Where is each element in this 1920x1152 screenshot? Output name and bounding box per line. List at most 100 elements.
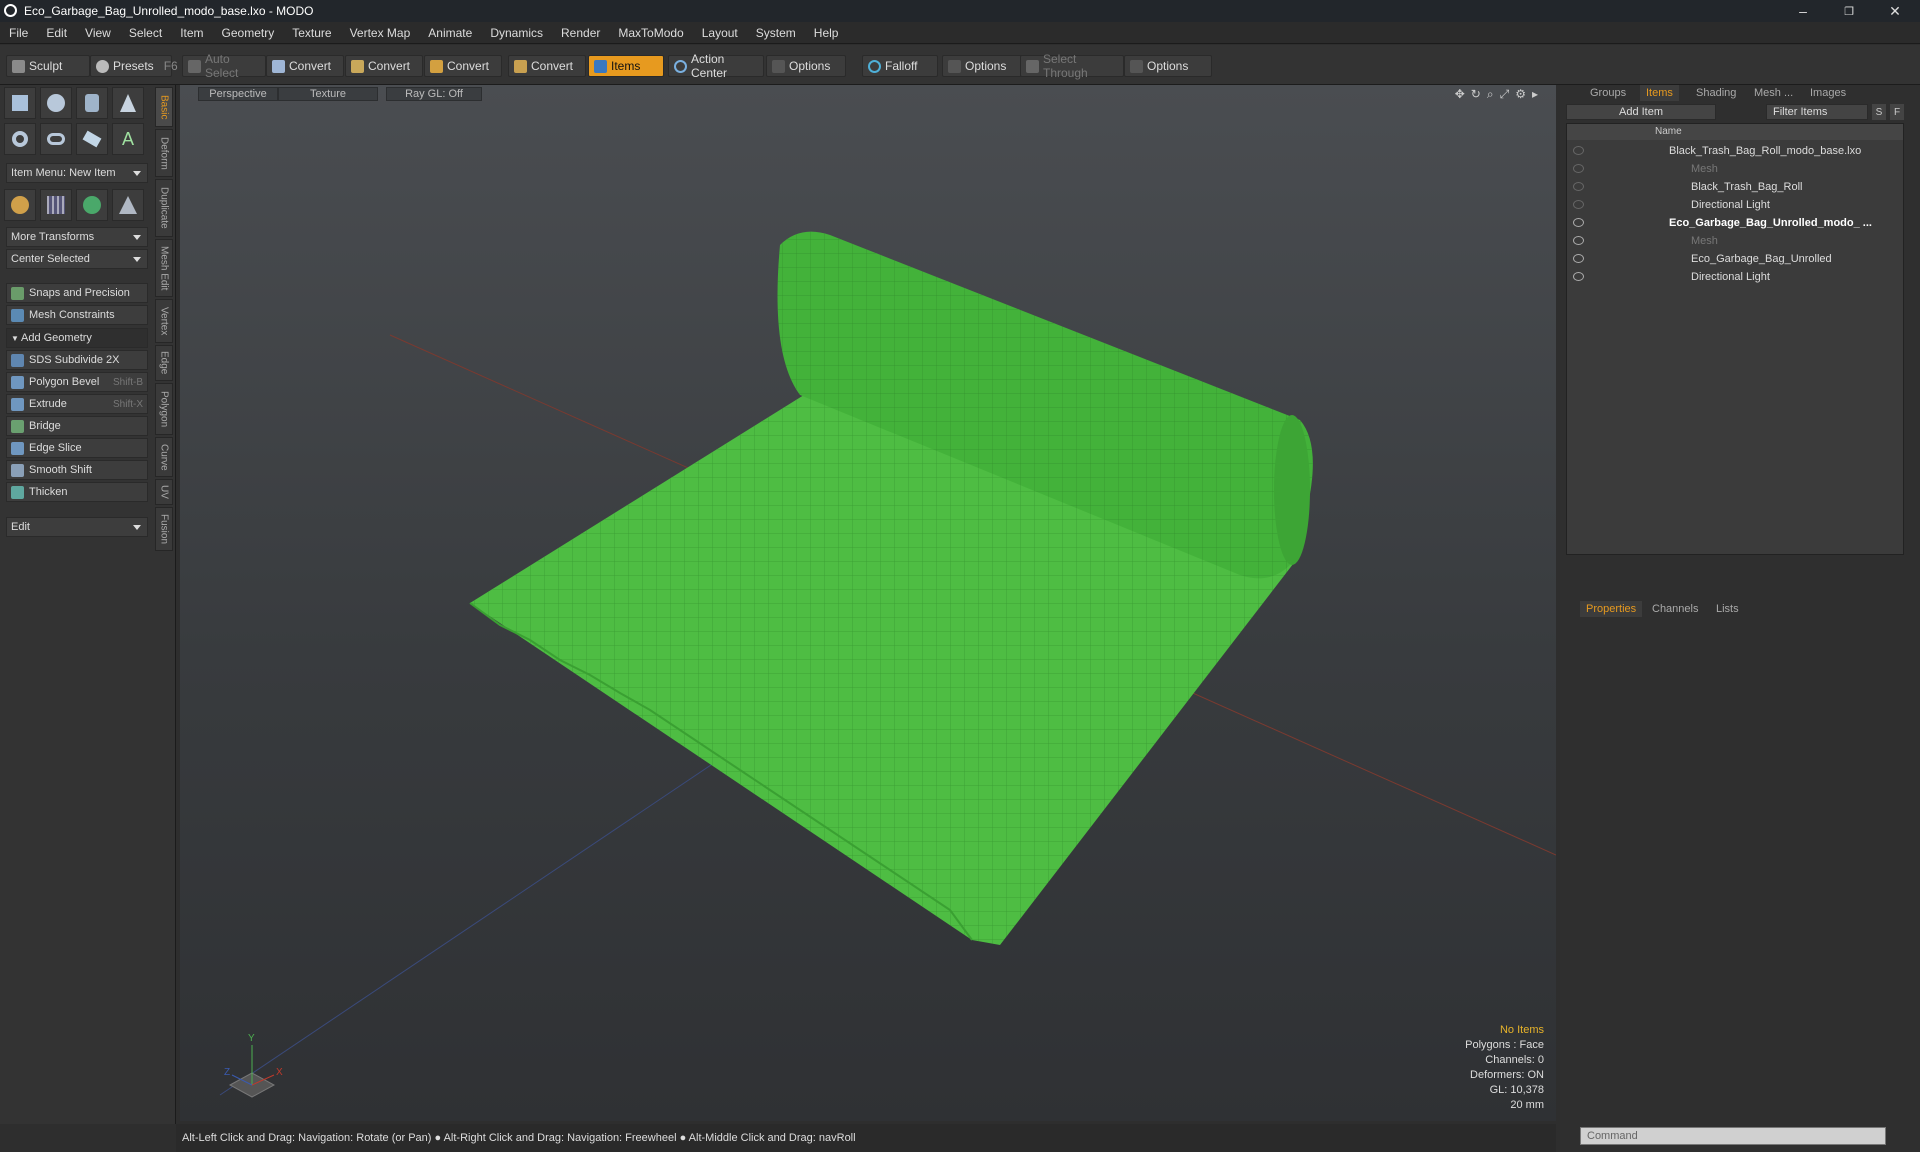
presets-button[interactable]: Presets F6 <box>90 55 178 77</box>
pyramid-tool[interactable] <box>112 189 144 221</box>
tab-edge[interactable]: Edge <box>155 345 173 381</box>
maximize-button[interactable]: ❐ <box>1826 0 1872 22</box>
minimize-button[interactable]: – <box>1780 0 1826 22</box>
tab-fusion[interactable]: Fusion <box>155 507 173 551</box>
options-button-1[interactable]: Options <box>766 55 846 77</box>
menu-system[interactable]: System <box>747 26 805 40</box>
globe-tool[interactable] <box>76 189 108 221</box>
tree-scene-eco[interactable]: Eco_Garbage_Bag_Unrolled_modo_ ... <box>1567 214 1905 232</box>
visibility-eye-icon[interactable] <box>1573 254 1584 263</box>
pen-tool[interactable] <box>76 123 108 155</box>
edit-dropdown[interactable]: Edit <box>6 517 148 537</box>
view-texture[interactable]: Texture <box>278 87 378 101</box>
tab-groups[interactable]: Groups <box>1584 85 1632 101</box>
ray-gl-toggle[interactable]: Ray GL: Off <box>386 87 482 101</box>
menu-texture[interactable]: Texture <box>283 26 340 40</box>
menu-geometry[interactable]: Geometry <box>213 26 284 40</box>
transform-tool[interactable] <box>4 189 36 221</box>
tab-basic[interactable]: Basic <box>155 87 173 127</box>
more-transforms-dropdown[interactable]: More Transforms <box>6 227 148 247</box>
tab-images[interactable]: Images <box>1804 85 1852 101</box>
f-toggle[interactable]: F <box>1890 104 1904 120</box>
convert-vertex-button[interactable]: Convert <box>266 55 344 77</box>
tree-eco-garbage-bag[interactable]: Eco_Garbage_Bag_Unrolled <box>1567 250 1905 268</box>
tab-polygon[interactable]: Polygon <box>155 383 173 435</box>
s-toggle[interactable]: S <box>1872 104 1886 120</box>
tree-scene-black[interactable]: Black_Trash_Bag_Roll_modo_base.lxo <box>1567 142 1905 160</box>
polygon-bevel-button[interactable]: Polygon Bevel Shift-B <box>6 372 148 392</box>
auto-select-button[interactable]: Auto Select <box>182 52 266 80</box>
3d-viewport[interactable]: Y X Z No Items Polygons : Face Channels:… <box>180 85 1556 1121</box>
mesh-constraints-button[interactable]: Mesh Constraints <box>6 305 148 325</box>
visibility-eye-icon[interactable] <box>1573 200 1584 209</box>
tab-curve[interactable]: Curve <box>155 437 173 477</box>
convert-polygon-button[interactable]: Convert <box>424 55 502 77</box>
select-through-button[interactable]: Select Through <box>1020 52 1124 80</box>
convert-edge-button[interactable]: Convert <box>345 55 423 77</box>
menu-select[interactable]: Select <box>120 26 171 40</box>
grid-tool[interactable] <box>40 189 72 221</box>
add-geometry-header[interactable]: ▼ Add Geometry <box>6 328 148 348</box>
item-menu-dropdown[interactable]: Item Menu: New Item <box>6 163 148 183</box>
sds-subdivide-button[interactable]: SDS Subdivide 2X <box>6 350 148 370</box>
view-perspective[interactable]: Perspective <box>198 87 278 101</box>
menu-edit[interactable]: Edit <box>37 26 76 40</box>
cylinder-tool[interactable] <box>76 87 108 119</box>
bridge-button[interactable]: Bridge <box>6 416 148 436</box>
visibility-eye-icon[interactable] <box>1573 182 1584 191</box>
sphere-tool[interactable] <box>40 87 72 119</box>
torus-tool[interactable] <box>4 123 36 155</box>
sculpt-button[interactable]: Sculpt <box>6 55 90 77</box>
tree-light-2[interactable]: Directional Light <box>1567 268 1905 286</box>
falloff-button[interactable]: Falloff <box>862 55 938 77</box>
tab-shading[interactable]: Shading <box>1690 85 1742 101</box>
tab-channels[interactable]: Channels <box>1646 601 1704 617</box>
tab-items[interactable]: Items <box>1640 85 1679 101</box>
tab-duplicate[interactable]: Duplicate <box>155 179 173 237</box>
options-button-3[interactable]: Options <box>1124 55 1212 77</box>
smooth-shift-button[interactable]: Smooth Shift <box>6 460 148 480</box>
menu-help[interactable]: Help <box>805 26 848 40</box>
action-center-button[interactable]: Action Center <box>668 52 764 80</box>
tab-mesh[interactable]: Mesh ... <box>1748 85 1799 101</box>
menu-layout[interactable]: Layout <box>693 26 747 40</box>
tab-mesh-edit[interactable]: Mesh Edit <box>155 239 173 297</box>
tree-black-trash-roll[interactable]: Black_Trash_Bag_Roll <box>1567 178 1905 196</box>
menu-file[interactable]: File <box>0 26 37 40</box>
tab-lists[interactable]: Lists <box>1710 601 1745 617</box>
command-input[interactable]: Command <box>1580 1127 1886 1145</box>
tab-vertex[interactable]: Vertex <box>155 299 173 343</box>
options-button-2[interactable]: Options <box>942 55 1022 77</box>
filter-items-input[interactable]: Filter Items <box>1766 104 1868 120</box>
tab-uv[interactable]: UV <box>155 479 173 505</box>
edge-slice-button[interactable]: Edge Slice <box>6 438 148 458</box>
menu-dynamics[interactable]: Dynamics <box>481 26 552 40</box>
visibility-eye-icon[interactable] <box>1573 236 1584 245</box>
menu-animate[interactable]: Animate <box>419 26 481 40</box>
menu-maxtomodo[interactable]: MaxToModo <box>609 26 692 40</box>
tab-deform[interactable]: Deform <box>155 129 173 177</box>
items-mode-button[interactable]: Items <box>588 55 664 77</box>
cone-tool[interactable] <box>112 87 144 119</box>
text-tool[interactable]: A <box>112 123 144 155</box>
menu-vertex-map[interactable]: Vertex Map <box>341 26 420 40</box>
tree-light-1[interactable]: Directional Light <box>1567 196 1905 214</box>
visibility-eye-icon[interactable] <box>1573 272 1584 281</box>
close-button[interactable]: ✕ <box>1872 0 1918 22</box>
thicken-button[interactable]: Thicken <box>6 482 148 502</box>
visibility-eye-icon[interactable] <box>1573 218 1584 227</box>
menu-item[interactable]: Item <box>171 26 212 40</box>
menu-view[interactable]: View <box>76 26 120 40</box>
cube-tool[interactable] <box>4 87 36 119</box>
tube-tool[interactable] <box>40 123 72 155</box>
menu-render[interactable]: Render <box>552 26 609 40</box>
convert-material-button[interactable]: Convert <box>508 55 586 77</box>
tab-properties[interactable]: Properties <box>1580 601 1643 617</box>
add-item-button[interactable]: Add Item <box>1566 104 1716 120</box>
visibility-eye-icon[interactable] <box>1573 164 1584 173</box>
snaps-precision-button[interactable]: Snaps and Precision <box>6 283 148 303</box>
extrude-button[interactable]: Extrude Shift-X <box>6 394 148 414</box>
visibility-eye-icon[interactable] <box>1573 146 1584 155</box>
tree-mesh-1[interactable]: Mesh <box>1567 160 1905 178</box>
center-selected-dropdown[interactable]: Center Selected <box>6 249 148 269</box>
